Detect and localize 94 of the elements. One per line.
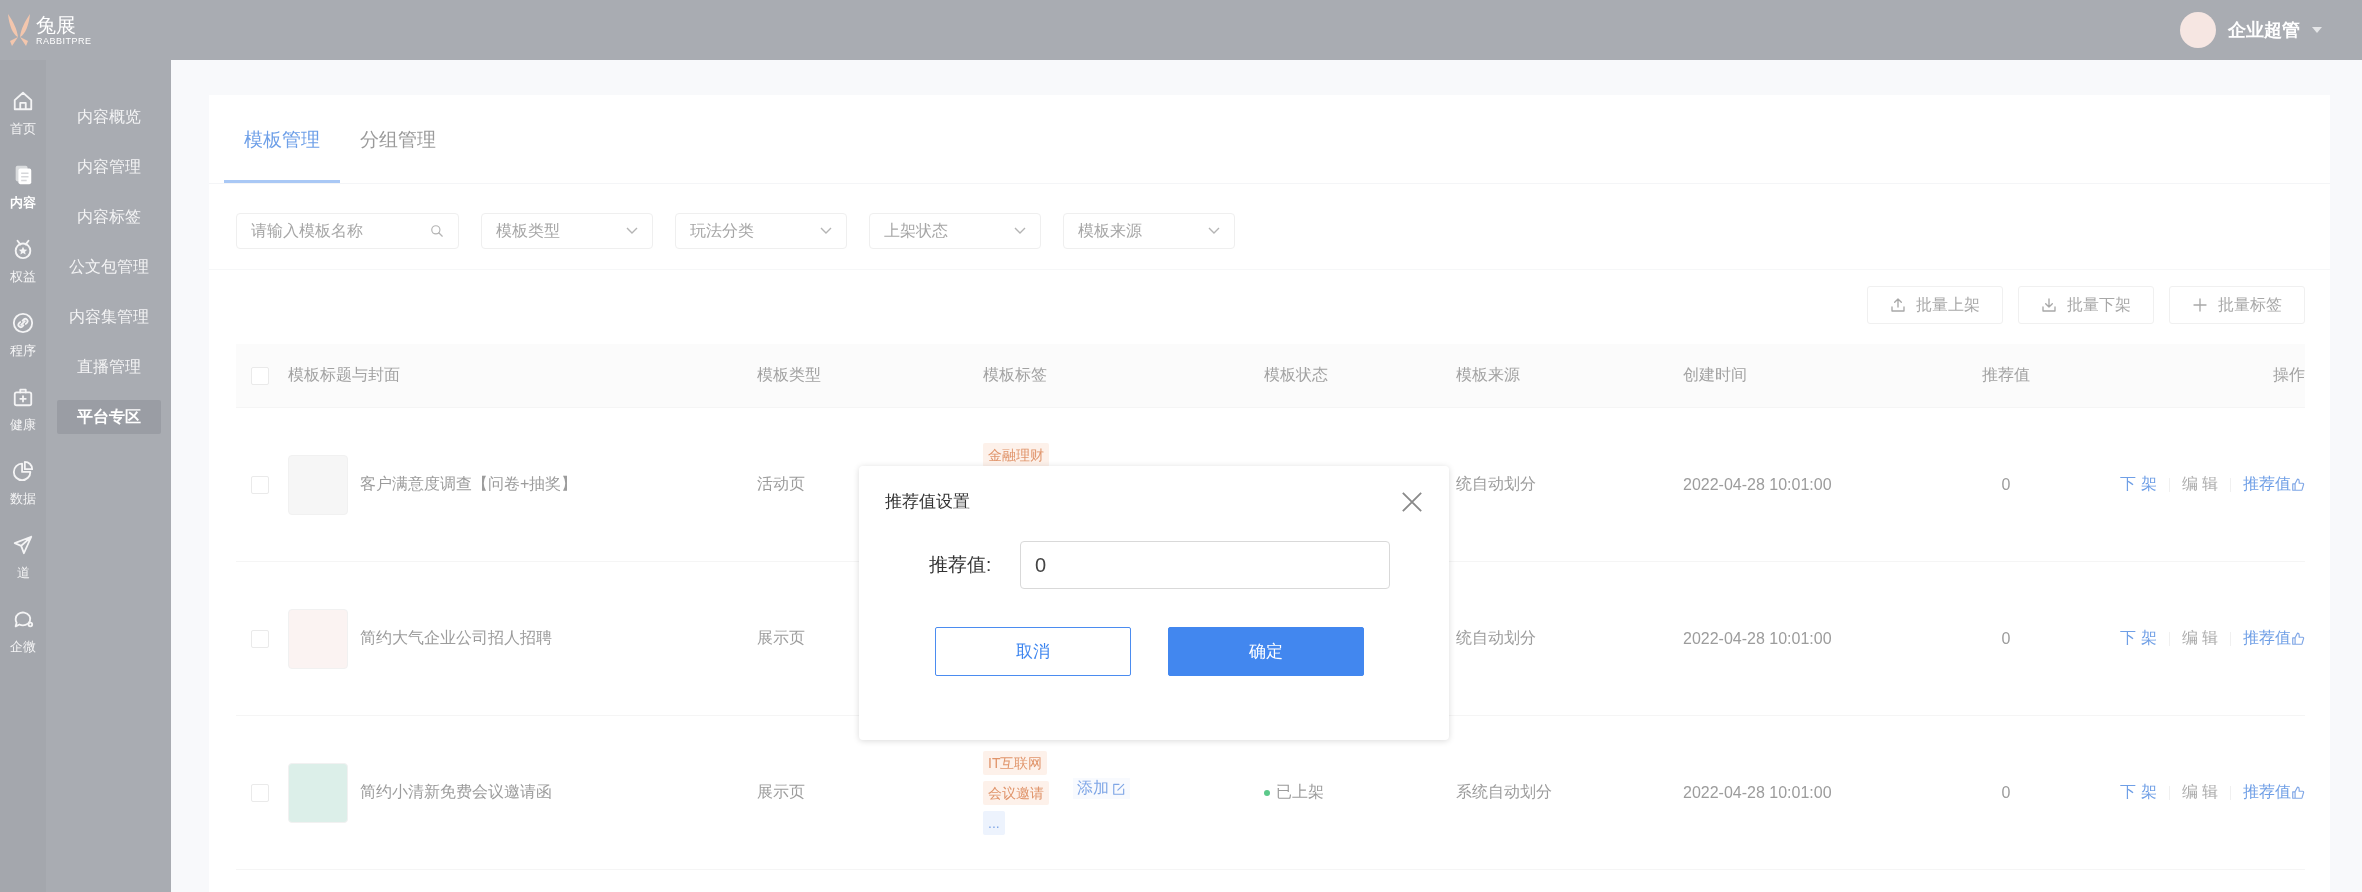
dropdown[interactable]: 模板类型: [481, 213, 653, 249]
nav-item[interactable]: 权益: [0, 238, 46, 286]
download-icon: [2041, 297, 2057, 313]
dropdown[interactable]: 模板来源: [1063, 213, 1235, 249]
dialog-title: 推荐值设置: [885, 491, 970, 513]
recommend-link[interactable]: 推荐值: [2243, 628, 2305, 649]
thumbs-up-icon: [2291, 785, 2305, 800]
link-icon: [12, 312, 34, 334]
column-header: 模板来源: [1456, 365, 1520, 385]
tab[interactable]: 分组管理: [360, 95, 476, 183]
column-header: 模板类型: [757, 365, 821, 385]
chevron-down-icon: [626, 227, 638, 235]
add-tag-link[interactable]: 添加: [1073, 778, 1130, 799]
logo-text: 兔展: [36, 14, 77, 36]
action-link[interactable]: 编 辑: [2181, 628, 2218, 649]
pie-chart-icon: [12, 460, 34, 482]
thumbnail-placeholder: [288, 762, 348, 823]
submenu-item[interactable]: 内容管理: [56, 150, 161, 184]
template-title: 客户满意度调查【问卷+抽奖】: [360, 474, 578, 494]
value-input[interactable]: 0: [1020, 541, 1390, 589]
nav-item[interactable]: 内容: [0, 164, 46, 212]
column-header: 创建时间: [1683, 365, 1747, 385]
field-label: 推荐值:: [929, 553, 993, 577]
logo-subtext: RABBITPRE: [36, 36, 92, 46]
recommend-value: 0: [2001, 783, 2011, 802]
thumbs-up-icon: [2291, 477, 2305, 492]
submenu-item[interactable]: 平台专区: [56, 400, 161, 434]
submenu-item[interactable]: 内容概览: [56, 100, 161, 134]
created-time: 2022-04-28 10:01:00: [1683, 783, 1832, 802]
template-source: 统自动划分: [1456, 474, 1536, 494]
paper-plane-icon: [12, 534, 34, 556]
status-label: 已上架: [1264, 782, 1324, 803]
action-link[interactable]: 下 架: [2120, 782, 2157, 803]
plus-icon: [2192, 297, 2208, 313]
template-source: 统自动划分: [1456, 628, 1536, 648]
recommend-value: 0: [2001, 629, 2011, 648]
template-title: 简约大气企业公司招人招聘: [360, 628, 552, 648]
created-time: 2022-04-28 10:01:00: [1683, 629, 1832, 648]
close-icon: [1401, 490, 1423, 513]
column-header: 推荐值: [1982, 365, 2030, 385]
submenu-item[interactable]: 内容集管理: [56, 300, 161, 334]
submenu-item[interactable]: 直播管理: [56, 350, 161, 384]
column-header: 模板标题与封面: [288, 365, 400, 385]
batch-button[interactable]: 批量下架: [2018, 286, 2154, 324]
nav-item[interactable]: 程序: [0, 312, 46, 360]
tab[interactable]: 模板管理: [224, 95, 340, 183]
template-type: 展示页: [757, 628, 805, 648]
action-link[interactable]: 下 架: [2120, 628, 2157, 649]
created-time: 2022-04-28 10:01:00: [1683, 475, 1832, 494]
recommend-link[interactable]: 推荐值: [2243, 474, 2305, 495]
nav-item[interactable]: 道: [0, 534, 46, 582]
confirm-button[interactable]: 确定: [1168, 627, 1364, 676]
more-tags[interactable]: ...: [983, 811, 1005, 835]
template-type: 展示页: [757, 782, 805, 802]
user-name[interactable]: 企业超管: [2228, 18, 2300, 42]
tag: IT互联网: [983, 751, 1048, 775]
nav-item[interactable]: 数据: [0, 460, 46, 508]
chevron-down-icon: [1208, 227, 1220, 235]
medal-icon: [12, 238, 34, 260]
action-link[interactable]: 下 架: [2120, 474, 2157, 495]
cancel-button[interactable]: 取消: [935, 627, 1131, 676]
template-type: 活动页: [757, 474, 805, 494]
column-header: 操作: [2273, 365, 2305, 385]
upload-icon: [1890, 297, 1906, 313]
edit-icon: [1112, 781, 1126, 796]
submenu-item[interactable]: 公文包管理: [56, 250, 161, 284]
medical-kit-icon: [12, 386, 34, 408]
column-header: 模板状态: [1264, 365, 1328, 385]
avatar[interactable]: [2180, 12, 2216, 48]
house-icon: [12, 90, 34, 112]
chevron-down-icon: [1014, 227, 1026, 235]
batch-button[interactable]: 批量上架: [1867, 286, 2003, 324]
dropdown[interactable]: 上架状态: [869, 213, 1041, 249]
recommend-link[interactable]: 推荐值: [2243, 782, 2305, 803]
template-source: 系统自动划分: [1456, 782, 1552, 802]
search-field[interactable]: 请输入模板名称: [236, 213, 459, 249]
batch-button[interactable]: 批量标签: [2169, 286, 2305, 324]
template-title: 简约小清新免费会议邀请函: [360, 782, 552, 802]
recommend-value: 0: [2001, 475, 2011, 494]
action-link[interactable]: 编 辑: [2181, 782, 2218, 803]
nav-item[interactable]: 首页: [0, 90, 46, 138]
search-icon: [430, 224, 444, 238]
nav-item[interactable]: 企微: [0, 608, 46, 656]
chevron-down-icon: [820, 227, 832, 235]
caret-down-icon: [2312, 27, 2322, 33]
submenu-item[interactable]: 内容标签: [56, 200, 161, 234]
column-header: 模板标签: [983, 365, 1047, 385]
dropdown[interactable]: 玩法分类: [675, 213, 847, 249]
tag: 会议邀请: [983, 781, 1049, 805]
tag: 金融理财: [983, 443, 1049, 467]
nav-item[interactable]: 健康: [0, 386, 46, 434]
action-link[interactable]: 编 辑: [2181, 474, 2218, 495]
close-button[interactable]: [1401, 490, 1423, 513]
thumbs-up-icon: [2291, 631, 2305, 646]
